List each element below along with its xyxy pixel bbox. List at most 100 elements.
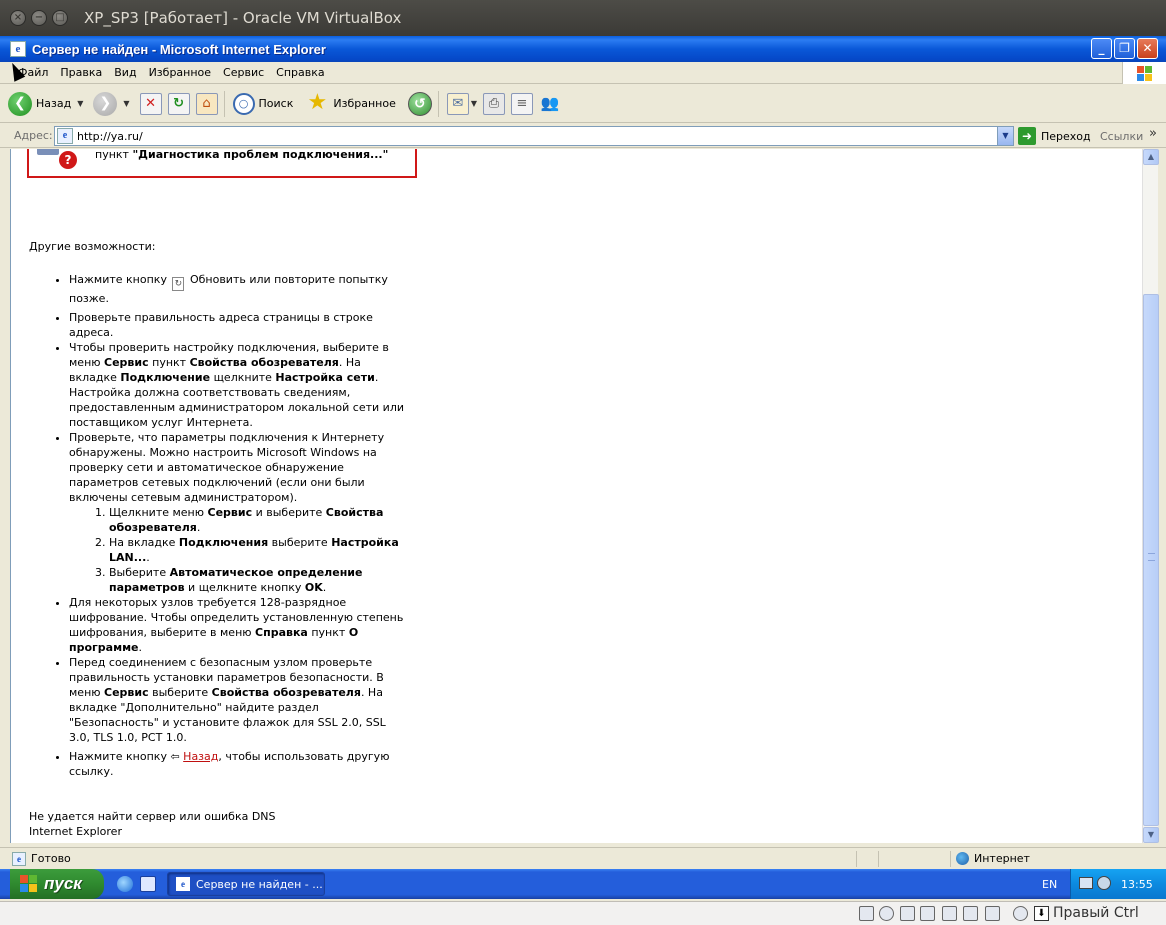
close-button[interactable]: ✕ [1137, 38, 1158, 59]
host-window-titlebar: × − □ XP_SP3 [Работает] - Oracle VM Virt… [0, 0, 1166, 36]
ie-page-quicklaunch-icon[interactable] [140, 876, 156, 892]
back-arrow-icon: ❮ [8, 91, 32, 116]
host-minimize-button[interactable]: − [31, 10, 47, 26]
links-label[interactable]: Ссылки [1100, 130, 1143, 143]
star-icon: ★ [307, 89, 328, 115]
menu-help[interactable]: Справка [270, 66, 330, 79]
menu-view[interactable]: Вид [108, 66, 142, 79]
zone-label: Интернет [974, 852, 1030, 865]
list-text: пункт [148, 356, 190, 369]
printer-icon: ⎙ [483, 92, 505, 115]
keyboard-capture-icon[interactable]: ⬇ [1034, 906, 1049, 921]
list-text: . [146, 551, 150, 564]
taskbar-button-ie[interactable]: e Сервер не найден - ... [167, 872, 325, 896]
list-bold: Сервис [207, 506, 253, 519]
host-close-button[interactable]: × [10, 10, 26, 26]
address-value[interactable]: http://ya.ru/ [77, 130, 143, 143]
display-icon[interactable] [942, 906, 957, 921]
print-button[interactable]: ⎙ [483, 92, 505, 115]
search-label: Поиск [258, 97, 294, 110]
list-text: пункт [307, 626, 349, 639]
list-text: Проверьте правильность адреса страницы в… [69, 311, 373, 339]
list-bold: Свойства обозревателя [211, 686, 361, 699]
forward-dropdown-icon[interactable]: ▼ [123, 99, 129, 108]
go-arrow-icon: ➜ [1018, 127, 1036, 145]
go-button[interactable]: ➜ Переход [1018, 127, 1091, 145]
network-adapter-icon[interactable] [963, 906, 978, 921]
messenger-icon: 👥 [540, 93, 560, 112]
list-text: щелкните [210, 371, 276, 384]
mail-dropdown-icon[interactable]: ▼ [471, 99, 477, 108]
messenger-button[interactable]: 👥 [539, 93, 561, 115]
security-zone[interactable]: Интернет [956, 852, 1030, 865]
system-tray: 13:55 [1070, 869, 1166, 899]
status-bar: e Готово Интернет [0, 847, 1166, 869]
guest-screen: e Сервер не найден - Microsoft Internet … [0, 36, 1166, 901]
vertical-scrollbar[interactable]: ▲ ▼ [1142, 149, 1159, 843]
start-button[interactable]: пуск [10, 869, 104, 899]
scroll-up-button[interactable]: ▲ [1143, 149, 1159, 165]
menu-edit[interactable]: Правка [54, 66, 108, 79]
address-dropdown-icon[interactable]: ▼ [997, 127, 1013, 145]
video-capture-icon[interactable] [985, 906, 1000, 921]
network-icon[interactable] [1079, 877, 1093, 889]
ie-quicklaunch-icon[interactable] [117, 876, 133, 892]
mouse-integration-icon[interactable] [1013, 906, 1028, 921]
refresh-button[interactable]: ↻ [167, 92, 190, 115]
links-chevron-icon[interactable]: » [1149, 126, 1157, 141]
back-dropdown-icon[interactable]: ▼ [77, 99, 83, 108]
error-footer: Не удается найти сервер или ошибка DNS I… [29, 809, 276, 839]
ie-app-icon[interactable]: e [10, 41, 26, 57]
options-list: Нажмите кнопку ↻ Обновить или повторите … [29, 272, 409, 779]
ie-titlebar[interactable]: e Сервер не найден - Microsoft Internet … [0, 36, 1166, 62]
list-text: выберите [268, 536, 332, 549]
host-key-label: Правый Ctrl [1053, 905, 1139, 921]
other-options-title: Другие возможности: [29, 240, 156, 253]
go-label: Переход [1041, 129, 1091, 143]
diagnostics-box: ? пункт "Диагностика проблем подключения… [27, 149, 417, 178]
hard-disk-icon[interactable] [859, 906, 874, 921]
scroll-down-button[interactable]: ▼ [1143, 827, 1159, 843]
list-text: . [322, 581, 327, 594]
taskbar-button-label: Сервер не найден - ... [196, 877, 323, 891]
scroll-thumb[interactable] [1143, 294, 1159, 826]
list-item: Нажмите кнопку ⇦ Назад, чтобы использова… [69, 749, 409, 779]
back-button[interactable]: ❮ Назад ▼ [8, 91, 83, 116]
host-maximize-button[interactable]: □ [52, 10, 68, 26]
language-indicator[interactable]: EN [1042, 878, 1057, 891]
back-label: Назад [36, 97, 72, 110]
search-button[interactable]: ○ Поиск [232, 92, 294, 115]
optical-drive-icon[interactable] [879, 906, 894, 921]
list-item: Нажмите кнопку ↻ Обновить или повторите … [69, 272, 409, 306]
home-button[interactable]: ⌂ [195, 92, 218, 115]
list-text: Нажмите кнопку [69, 273, 167, 286]
maximize-button[interactable]: ❐ [1114, 38, 1135, 59]
favorites-button[interactable]: ★ Избранное [305, 89, 396, 116]
volume-icon[interactable] [1097, 876, 1111, 890]
edit-button[interactable]: ≡ [511, 92, 533, 115]
minimize-button[interactable]: _ [1091, 38, 1112, 59]
stop-button[interactable]: ✕ [139, 92, 162, 115]
history-icon: ↺ [407, 91, 432, 116]
menu-tools[interactable]: Сервис [217, 66, 270, 79]
clock[interactable]: 13:55 [1121, 878, 1153, 891]
browser-name-text: Internet Explorer [29, 825, 122, 838]
shared-folders-icon[interactable] [920, 906, 935, 921]
menu-favorites[interactable]: Избранное [143, 66, 217, 79]
list-bold: OK [304, 581, 323, 594]
list-text: На вкладке [109, 536, 179, 549]
history-button[interactable]: ↺ [407, 91, 432, 116]
list-text: и выберите [252, 506, 326, 519]
mail-button[interactable]: ✉ ▼ [446, 92, 477, 115]
back-link[interactable]: Назад [183, 750, 218, 763]
address-input[interactable]: e http://ya.ru/ ▼ [54, 126, 1014, 146]
usb-icon[interactable] [900, 906, 915, 921]
status-divider [950, 851, 951, 867]
list-text: Щелкните меню [109, 506, 208, 519]
start-label: пуск [44, 874, 82, 893]
home-icon: ⌂ [195, 92, 218, 115]
globe-icon [956, 852, 969, 865]
forward-arrow-icon: ❯ [93, 91, 118, 116]
list-item: Проверьте, что параметры подключения к И… [69, 430, 409, 595]
forward-button[interactable]: ❯ ▼ [93, 91, 130, 116]
